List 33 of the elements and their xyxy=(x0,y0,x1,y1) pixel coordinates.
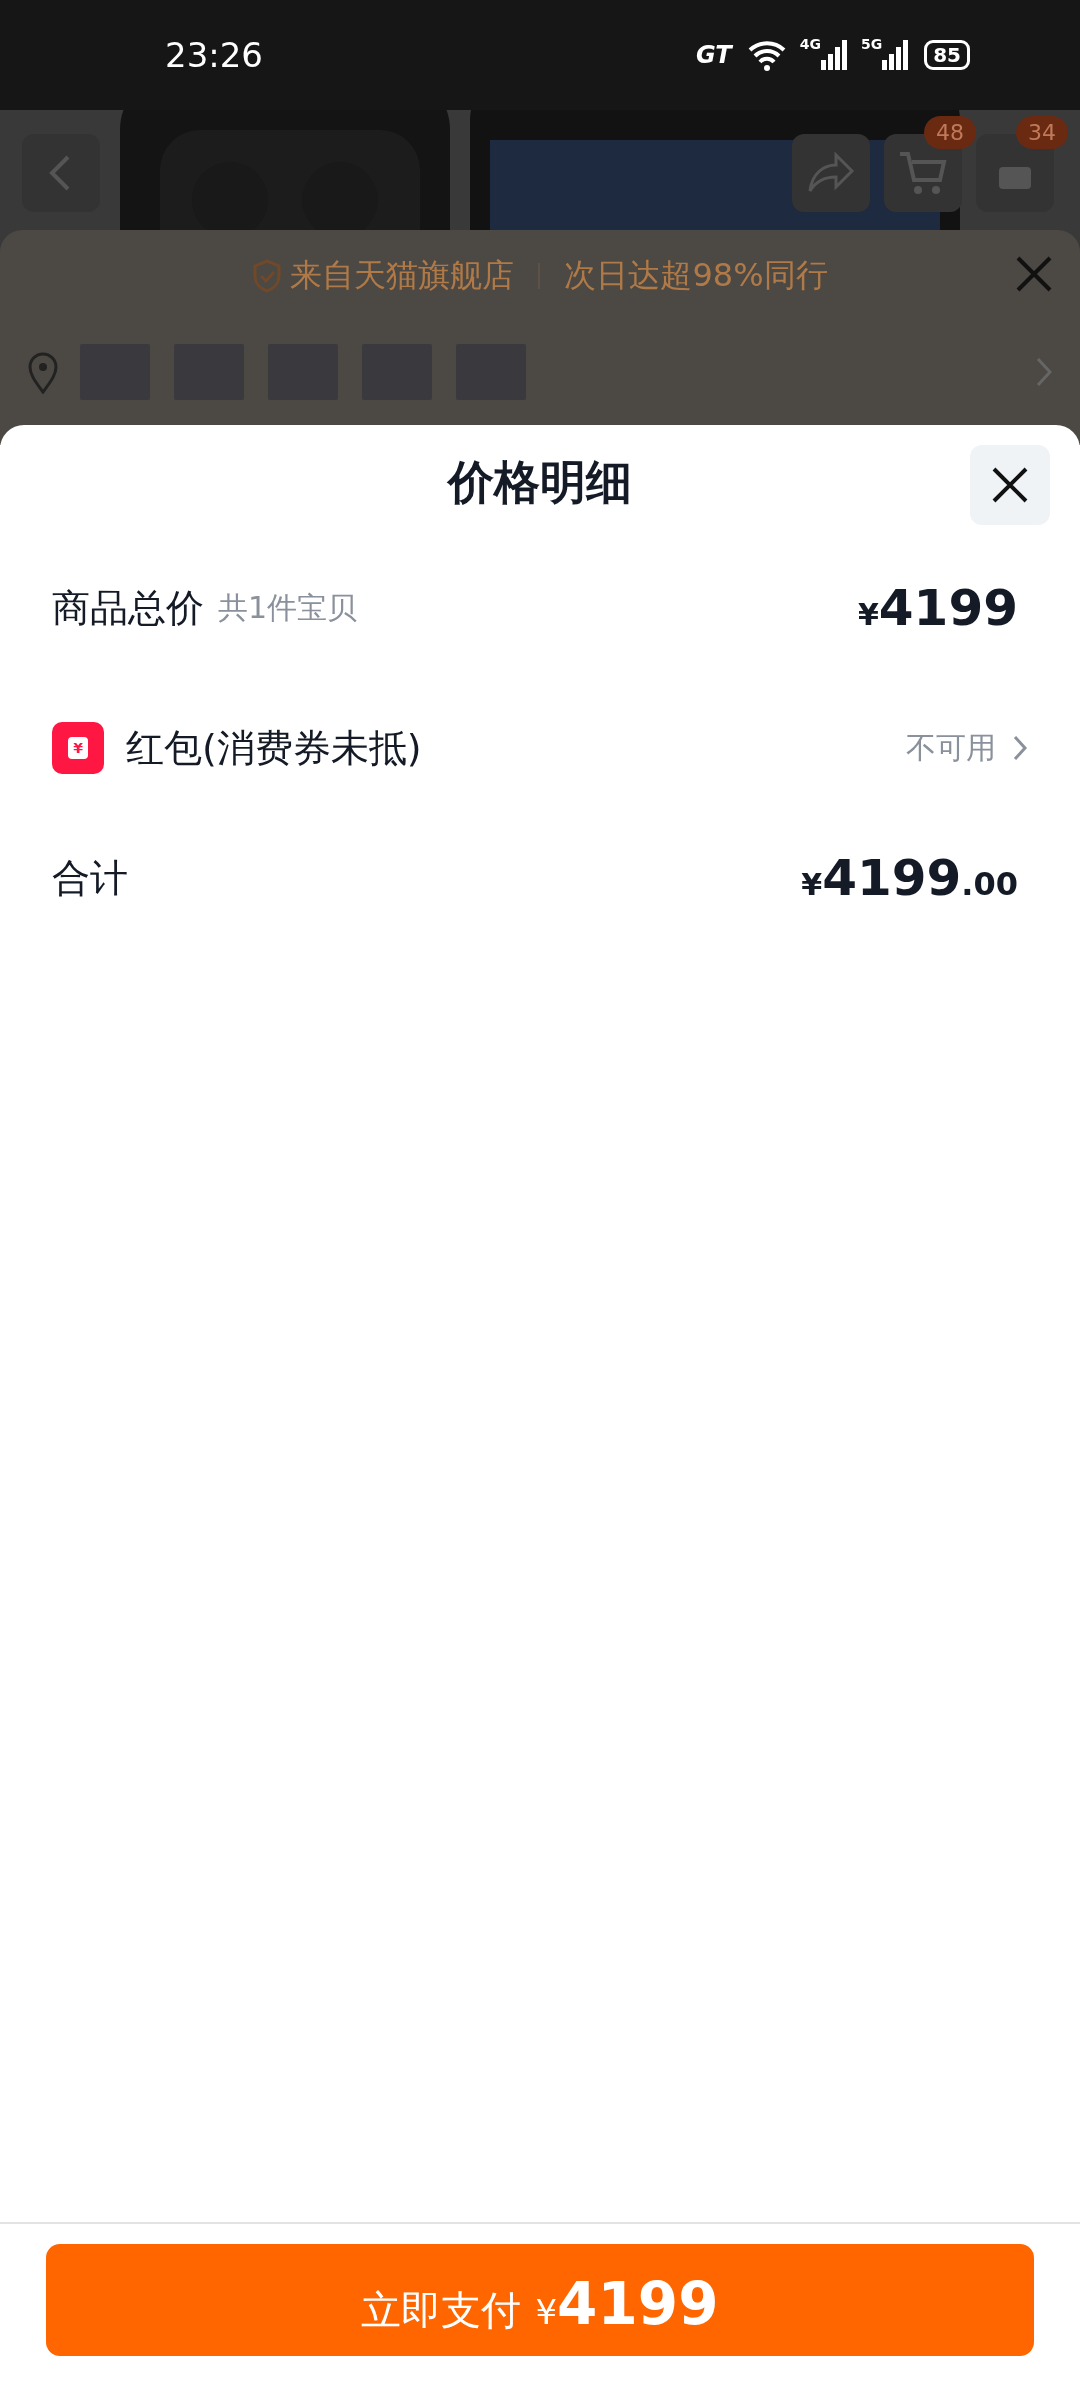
row-label: 合计 xyxy=(52,854,128,902)
chevron-right-icon xyxy=(1034,355,1054,389)
network-type-label: GT xyxy=(696,41,732,69)
delivery-label: 次日达超98%同行 xyxy=(564,255,828,296)
currency-symbol: ¥ xyxy=(801,867,823,902)
status-link[interactable]: 不可用 xyxy=(906,727,996,769)
network-label: 4G xyxy=(799,36,821,52)
network-label: 5G xyxy=(860,36,883,52)
wifi-icon xyxy=(747,39,786,71)
item-count: 共1件宝贝 xyxy=(218,588,358,627)
price-amount: 4199 xyxy=(822,849,962,907)
clock-time: 23:26 xyxy=(165,35,264,75)
row-label: 红包(消费券未抵) xyxy=(126,724,422,772)
sheet-title: 价格明细 xyxy=(448,454,632,511)
share-icon xyxy=(806,151,856,195)
close-button[interactable] xyxy=(970,445,1050,525)
close-icon xyxy=(1014,254,1054,294)
close-icon xyxy=(991,466,1029,504)
signal-icon xyxy=(820,40,847,70)
shield-icon xyxy=(252,259,283,293)
chevron-right-icon xyxy=(1012,734,1028,762)
share-button[interactable] xyxy=(792,134,870,212)
battery-icon: 85 xyxy=(924,40,970,70)
pay-button[interactable]: 立即支付 ¥4199 xyxy=(46,2244,1034,2356)
store-label: 来自天猫旗舰店 xyxy=(290,255,515,296)
coupon-icon: ¥ xyxy=(52,722,104,774)
price-decimals: .00 xyxy=(961,865,1018,903)
row-label: 商品总价 xyxy=(52,584,204,632)
currency-symbol: ¥ xyxy=(857,597,879,632)
signal-icon xyxy=(882,40,909,70)
price-amount: 4199 xyxy=(878,579,1018,637)
location-icon xyxy=(26,350,60,394)
back-button[interactable] xyxy=(22,134,100,212)
